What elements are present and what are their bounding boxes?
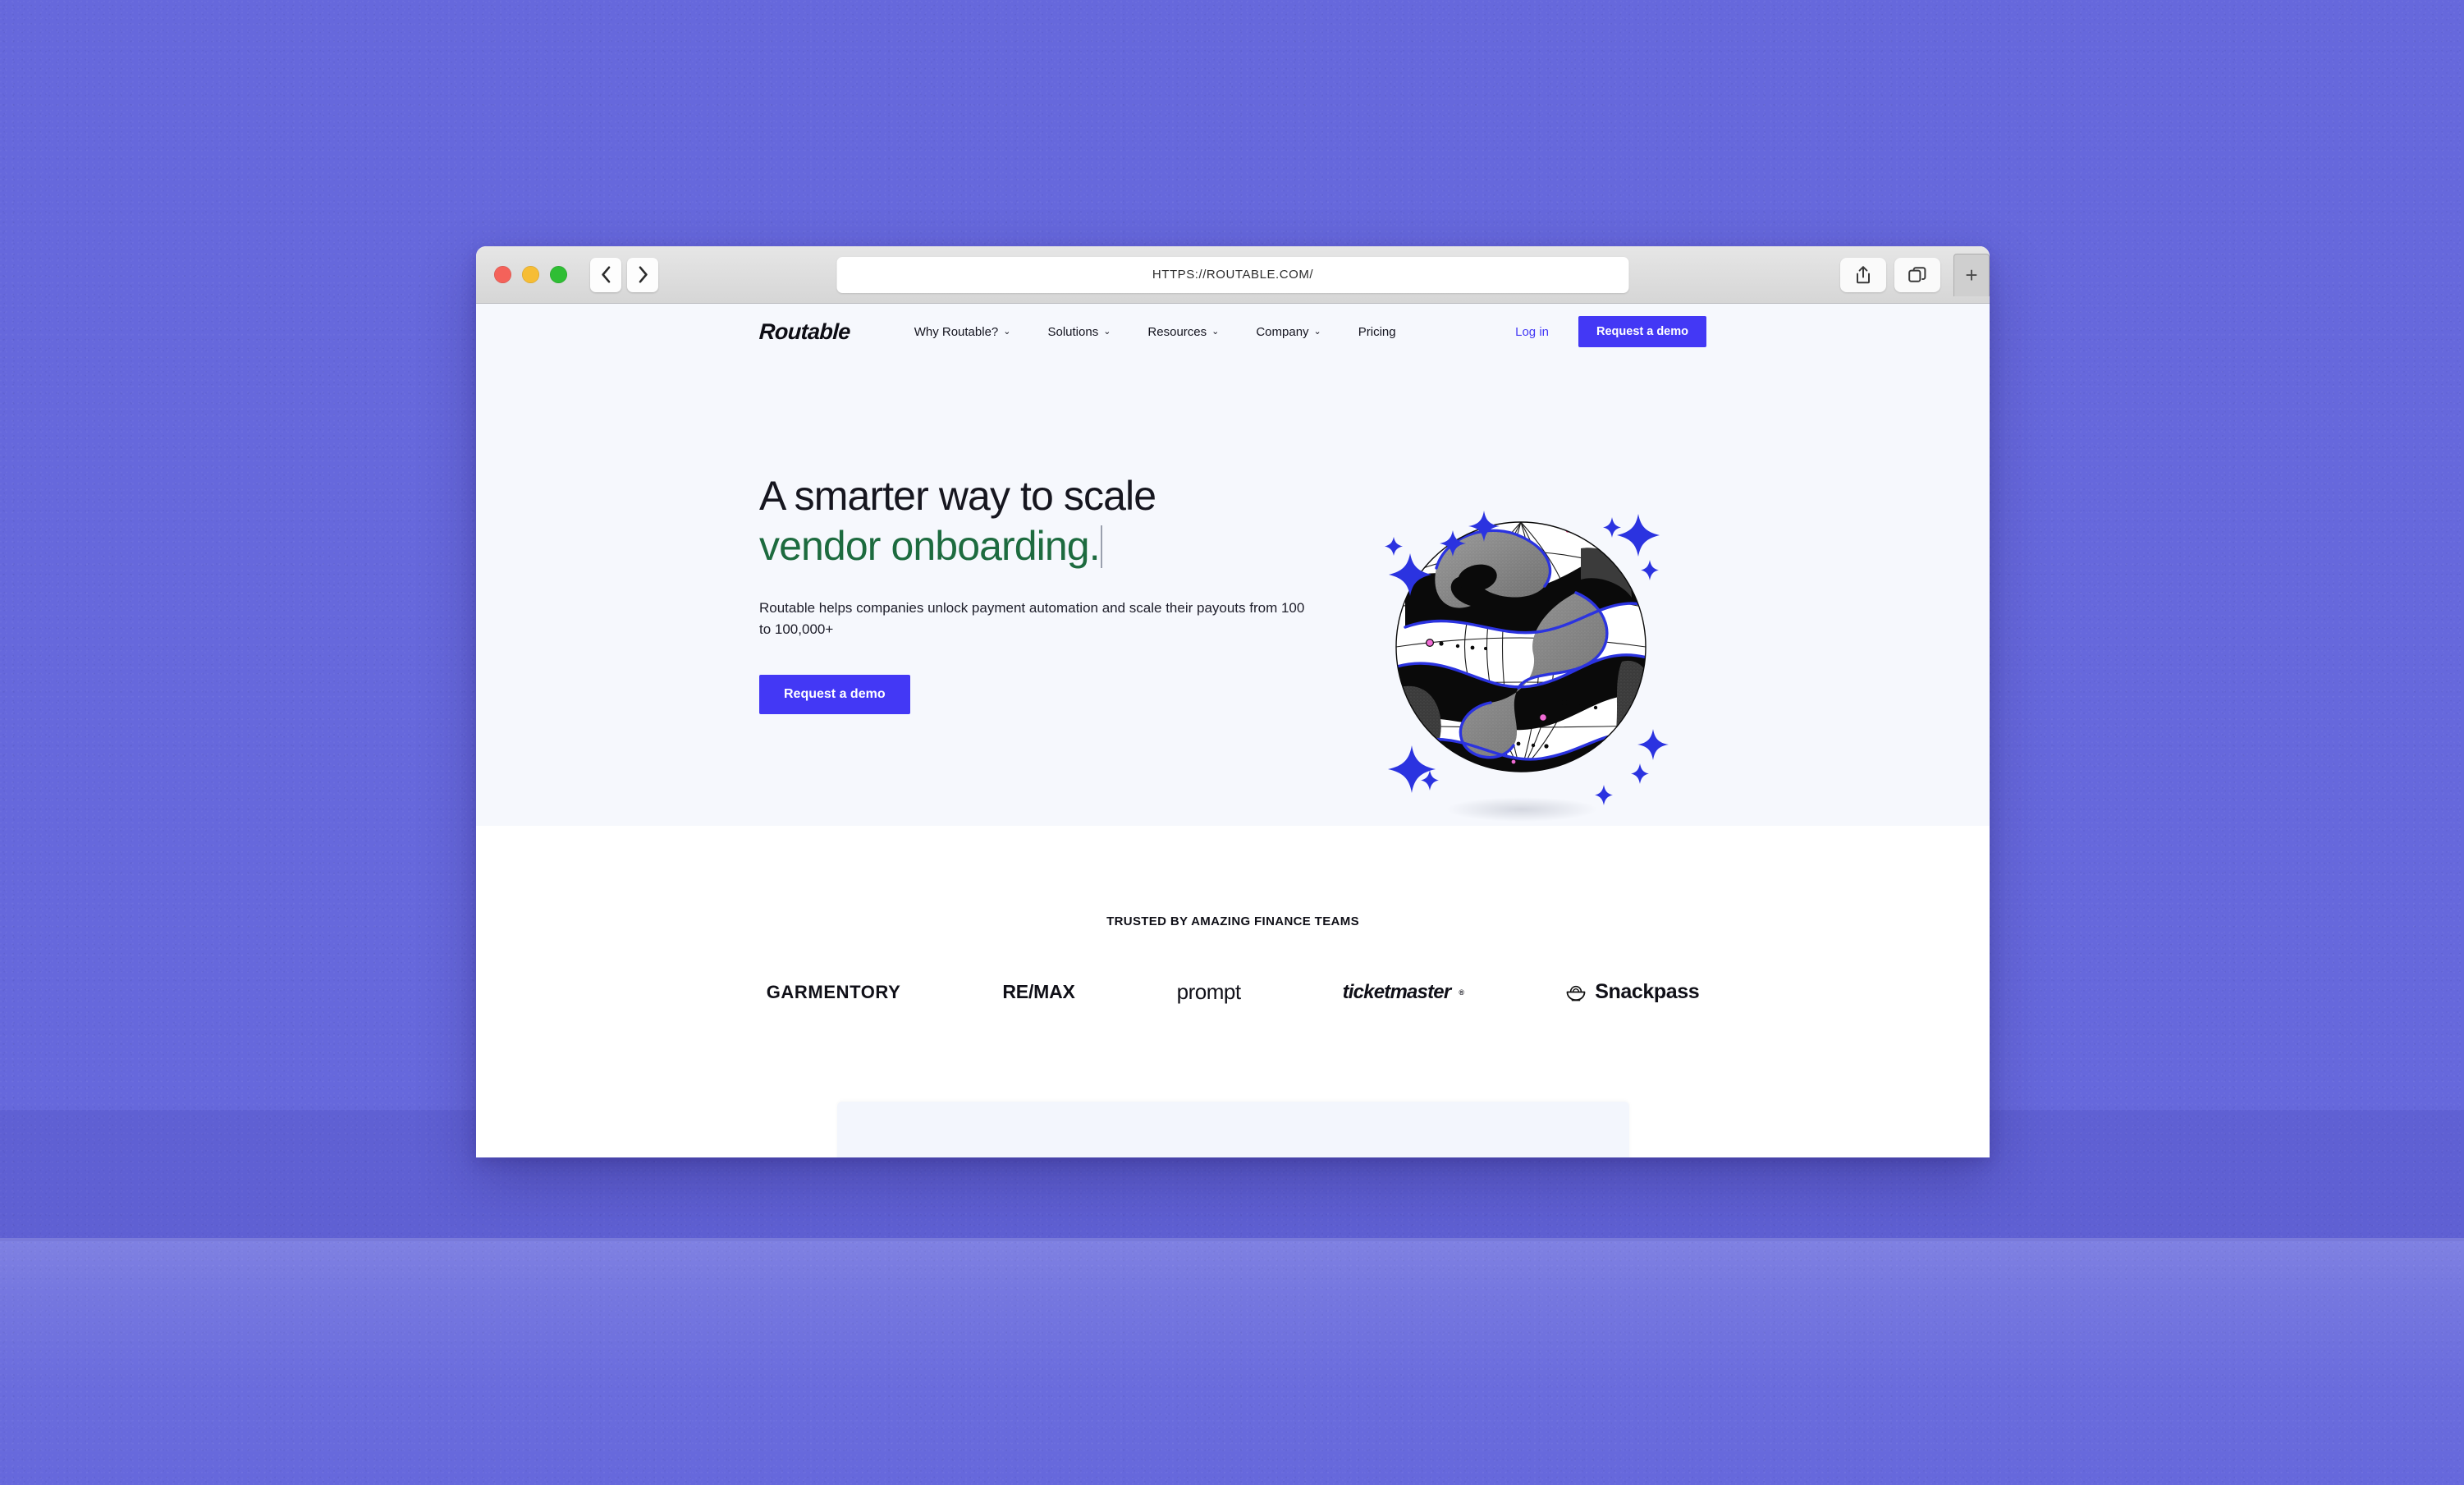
- share-icon: [1857, 265, 1870, 283]
- routable-logo[interactable]: Routable: [758, 319, 850, 345]
- logo-ticketmaster-label: ticketmaster: [1342, 980, 1452, 1003]
- hero-section: A smarter way to scale vendor onboarding…: [476, 360, 1990, 826]
- nav-links: Why Routable? ⌄ Solutions ⌄ Resources ⌄ …: [914, 325, 1396, 339]
- request-demo-hero-button[interactable]: Request a demo: [759, 674, 910, 714]
- close-window-button[interactable]: [494, 266, 511, 283]
- globe-svg: [1385, 511, 1669, 822]
- client-logo-row: GARMENTORY RE/MAX prompt ticketmaster ®: [476, 979, 1990, 1005]
- tab-overview-icon: [1908, 266, 1926, 282]
- next-section-card: [836, 1102, 1629, 1157]
- window-reflection: GARMENTORY RE/MAX prompt ticketmaster Sn…: [476, 1241, 1990, 1485]
- chevron-down-icon: ⌄: [1103, 326, 1111, 337]
- site-navigation: Routable Why Routable? ⌄ Solutions ⌄ Res…: [476, 304, 1990, 360]
- logo-ticketmaster: ticketmaster ®: [1343, 981, 1464, 1004]
- logo-prompt: prompt: [1177, 979, 1241, 1005]
- logo-prompt-label: prompt: [1176, 979, 1241, 1004]
- address-bar[interactable]: HTTPS://ROUTABLE.COM/: [836, 256, 1629, 293]
- abstract-globe-illustration: [1361, 483, 1689, 844]
- nav-item-pricing[interactable]: Pricing: [1358, 325, 1396, 339]
- nav-item-label: Pricing: [1358, 324, 1396, 339]
- nav-item-label: Why Routable?: [914, 324, 999, 339]
- hero-subtitle: Routable helps companies unlock payment …: [759, 600, 1305, 637]
- new-tab-button[interactable]: +: [1953, 253, 1990, 296]
- back-button[interactable]: [590, 257, 621, 292]
- nav-item-label: Company: [1256, 324, 1309, 339]
- chevron-down-icon: ⌄: [1003, 326, 1011, 337]
- url-text: HTTPS://ROUTABLE.COM/: [1152, 268, 1314, 282]
- share-button[interactable]: [1840, 257, 1886, 292]
- logo-garmentory: GARMENTORY: [767, 982, 901, 1003]
- nav-item-label: Solutions: [1047, 324, 1099, 339]
- logo-remax: RE/MAX: [1002, 981, 1074, 1003]
- chevron-right-icon: [639, 266, 648, 283]
- chevron-left-icon: [601, 266, 610, 283]
- typing-cursor: [1100, 525, 1102, 568]
- request-demo-nav-button[interactable]: Request a demo: [1578, 316, 1706, 347]
- nav-item-solutions[interactable]: Solutions ⌄: [1047, 325, 1111, 339]
- toolbar-actions: +: [1840, 253, 1990, 296]
- login-link[interactable]: Log in: [1515, 325, 1549, 339]
- minimize-window-button[interactable]: [522, 266, 539, 283]
- browser-toolbar: HTTPS://ROUTABLE.COM/ +: [476, 246, 1990, 304]
- logo-garmentory-label: GARMENTORY: [766, 981, 901, 1002]
- zoom-window-button[interactable]: [550, 266, 567, 283]
- nav-actions: Log in Request a demo: [1515, 316, 1706, 347]
- navigation-buttons: [590, 257, 658, 292]
- registered-mark: ®: [1459, 988, 1464, 997]
- hero-headline-line1: A smarter way to scale: [759, 473, 1156, 519]
- page-viewport: Routable Why Routable? ⌄ Solutions ⌄ Res…: [476, 304, 1990, 1157]
- chevron-down-icon: ⌄: [1313, 326, 1321, 337]
- noodle-bowl-icon: [1566, 985, 1586, 1001]
- next-section-peek: [476, 1102, 1990, 1157]
- window-controls: [494, 266, 567, 283]
- chevron-down-icon: ⌄: [1211, 326, 1220, 337]
- browser-window: HTTPS://ROUTABLE.COM/ + Routable Why Rou…: [476, 246, 1990, 1157]
- forward-button[interactable]: [627, 257, 658, 292]
- hero-headline-line2: vendor onboarding.: [759, 523, 1101, 569]
- nav-item-why-routable[interactable]: Why Routable? ⌄: [914, 325, 1011, 339]
- logo-snackpass-label: Snackpass: [1595, 980, 1700, 1003]
- nav-item-resources[interactable]: Resources ⌄: [1147, 325, 1219, 339]
- tab-overview-button[interactable]: [1894, 257, 1940, 292]
- trusted-heading: TRUSTED BY AMAZING FINANCE TEAMS: [1106, 914, 1359, 928]
- studio-backdrop: GARMENTORY RE/MAX prompt ticketmaster Sn…: [0, 0, 2464, 1485]
- nav-item-label: Resources: [1147, 324, 1207, 339]
- logo-snackpass: Snackpass: [1565, 980, 1700, 1004]
- hero-headline: A smarter way to scale vendor onboarding…: [759, 471, 1334, 571]
- logo-remax-label: RE/MAX: [1002, 981, 1075, 1002]
- trusted-section: TRUSTED BY AMAZING FINANCE TEAMS GARMENT…: [476, 826, 1990, 1005]
- nav-item-company[interactable]: Company ⌄: [1256, 325, 1321, 339]
- hero-copy: A smarter way to scale vendor onboarding…: [759, 456, 1334, 714]
